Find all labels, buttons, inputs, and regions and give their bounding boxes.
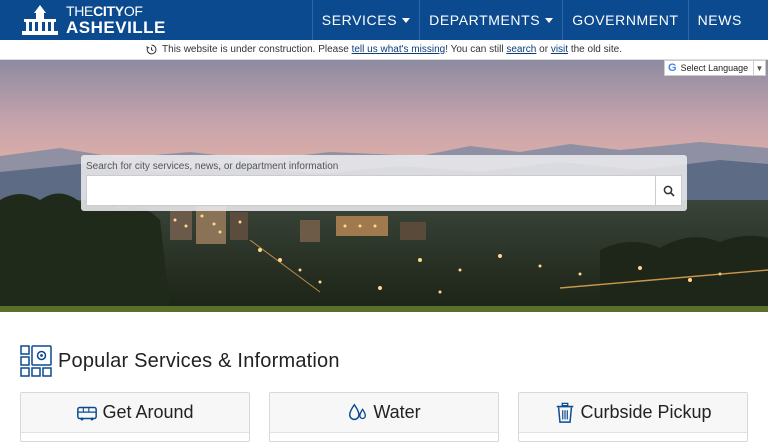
search-icon xyxy=(663,185,675,197)
nav-news-label: NEWS xyxy=(697,12,742,28)
card-curbside-pickup-label: Curbside Pickup xyxy=(580,402,712,422)
card-water-label: Water xyxy=(373,402,421,422)
search-label: Search for city services, news, or depar… xyxy=(86,161,339,172)
water-drops-icon xyxy=(349,402,367,420)
nav-departments[interactable]: DEPARTMENTS xyxy=(419,0,562,40)
notice-text-4: the old site. xyxy=(568,44,622,55)
trash-can-icon xyxy=(557,402,574,423)
chevron-down-icon xyxy=(545,17,554,23)
language-select[interactable]: G Select Language ▼ xyxy=(664,60,766,76)
bus-icon xyxy=(77,406,98,420)
card-water[interactable]: Water xyxy=(269,392,499,442)
hero-accent-strip xyxy=(0,306,768,312)
search-button[interactable] xyxy=(656,175,682,206)
card-get-around[interactable]: Get Around xyxy=(20,392,250,442)
nav-services[interactable]: SERVICES xyxy=(311,0,419,40)
section-title: Popular Services & Information xyxy=(58,349,340,372)
language-select-label: Select Language xyxy=(680,63,749,73)
city-hall-icon xyxy=(22,5,58,35)
card-get-around-label: Get Around xyxy=(102,402,194,422)
city-logo[interactable]: THECITYOF ASHEVILLE xyxy=(20,3,166,37)
construction-notice: This website is under construction. Plea… xyxy=(0,40,768,60)
feedback-link[interactable]: tell us what's missing xyxy=(352,44,446,55)
history-icon xyxy=(146,44,157,55)
notice-text-2: ! You can still xyxy=(445,44,507,55)
nav-services-label: SERVICES xyxy=(321,12,398,28)
nav-government[interactable]: GOVERNMENT xyxy=(562,0,687,40)
chevron-down-icon xyxy=(402,17,411,23)
google-icon: G xyxy=(668,62,677,74)
notice-text-3: or xyxy=(536,44,551,55)
main-nav: SERVICES DEPARTMENTS GOVERNMENT NEWS xyxy=(311,0,768,40)
old-site-link[interactable]: visit xyxy=(551,44,568,55)
logo-city: CITY xyxy=(93,3,124,19)
search-link[interactable]: search xyxy=(506,44,536,55)
search-input[interactable] xyxy=(86,175,656,206)
logo-of: OF xyxy=(123,3,143,19)
nav-departments-label: DEPARTMENTS xyxy=(429,12,541,28)
section-header: Popular Services & Information xyxy=(20,344,340,378)
chevron-down-icon: ▼ xyxy=(753,61,765,75)
top-header: THECITYOF ASHEVILLE SERVICES DEPARTMENTS… xyxy=(0,0,768,40)
card-curbside-pickup[interactable]: Curbside Pickup xyxy=(518,392,748,442)
logo-asheville: ASHEVILLE xyxy=(66,18,166,37)
notice-text-1: This website is under construction. Plea… xyxy=(162,44,352,55)
search-panel: Search for city services, news, or depar… xyxy=(81,155,687,211)
nav-government-label: GOVERNMENT xyxy=(572,12,679,28)
nav-news[interactable]: NEWS xyxy=(687,0,768,40)
grid-services-icon xyxy=(20,345,52,377)
logo-the: THE xyxy=(66,3,94,19)
